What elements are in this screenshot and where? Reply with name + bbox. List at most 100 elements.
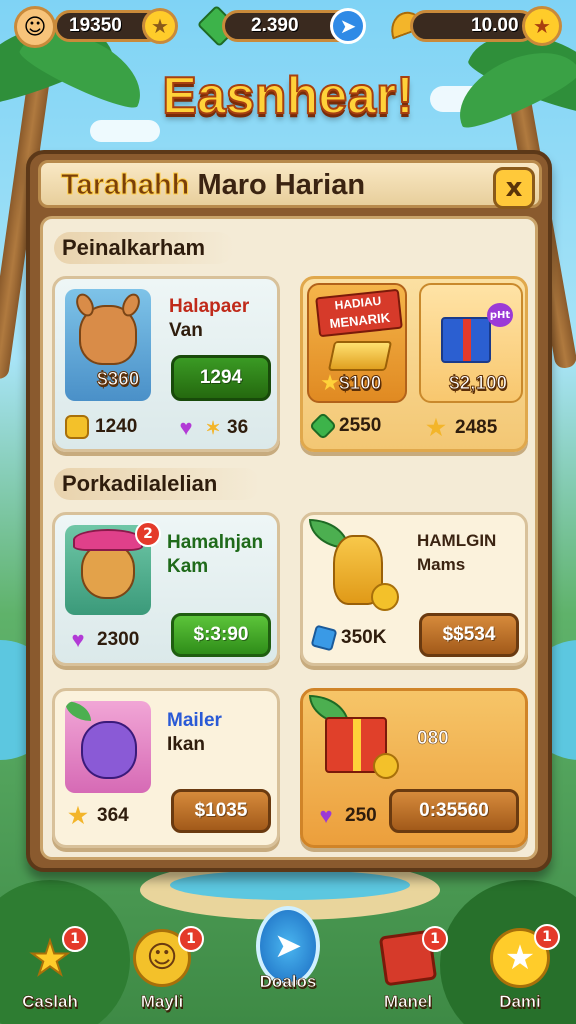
gift-box-icon [441,317,491,363]
offer-card-1[interactable]: $360 Halapaer Van 1294 1240 ♥ ✶ 36 [52,276,280,452]
gold-bar-icon [327,341,393,371]
coins-star-button[interactable]: ★ [522,6,562,46]
star-coin-icon: ★ [533,14,551,38]
purple-creature-icon [81,721,137,779]
offer-card-3[interactable]: 2 Hamalnjan Kam ♥ 2300 $:3:90 [52,512,280,666]
card-stat-hearts: ♥ 2300 [65,627,139,653]
heart-icon: ♥ [179,415,193,440]
nav-item-caslah[interactable]: ★ 1 Caslah [2,918,98,1018]
gift-tag: pHt [487,303,513,327]
nav-item-dami[interactable]: ★ 1 Dami [472,918,568,1018]
heart-icon: ♥ [71,627,85,652]
offer-card-2[interactable]: HADIAU MENARIK $100 ★ pHt $2,100 2550 ★ … [300,276,528,452]
coin-icon [373,753,399,779]
top-resource-bar: ☺ 19350 ★ 2.390 ➤ 10.00 ★ [0,4,576,48]
card-buy-button[interactable]: $1035 [171,789,271,833]
panel-title: Tarahahh Maro Harian [60,169,366,202]
stat-value: 1240 [95,416,138,437]
nav-label: Caslah [22,992,78,1012]
fox-icon [81,543,135,599]
card-stat-stars: ★ 364 [65,803,129,829]
close-icon: x [505,173,523,203]
bottom-navigation: ★ 1 Caslah ☺ 1 Mayli ➤ Doalos 1 Manel ★ … [0,906,576,1024]
avatar-face-icon: ☺ [23,14,47,40]
nav-label: Manel [383,992,433,1012]
creature-portrait [65,701,151,793]
nav-label: Doalos [259,972,317,992]
offer-card-4[interactable]: HAMLGIN Mams 350K $$534 [300,512,528,666]
sparkle-icon: ✶ [205,418,221,438]
card-title-line2: Kam [167,556,209,577]
card-stat-hearts: ♥ 250 [313,803,377,829]
nav-label: Mayli [140,992,184,1012]
coins-value: 10.00 [471,15,519,36]
card-stat-coins: 1240 [65,415,137,439]
offer-card-5[interactable]: Mailer Ikan ★ 364 $1035 [52,688,280,848]
star-icon: ★ [426,415,446,440]
nav-badge: 1 [178,926,204,952]
player-avatar[interactable]: ☺ [14,6,56,48]
card-stat-gems: 350K [310,624,387,652]
card-title-line1: Hamalnjan [167,532,264,553]
section-label-2: Porkadilalelian [54,468,260,500]
card-stat-gems: 2550 [308,411,382,441]
section-label-1: Peinalkarham [54,232,234,264]
bundle-price: $100 [338,373,382,395]
daily-offers-panel: Tarahahh Maro Harian x Peinalkarham $360… [26,150,552,872]
nav-badge: 1 [422,926,448,952]
stat-value: 2485 [455,417,498,438]
card-overlay-price: $360 [96,369,140,391]
compass-icon: ➤ [256,906,320,986]
offer-card-6[interactable]: 080 ♥ 250 0:35560 [300,688,528,848]
gems-add-button[interactable]: ➤ [330,8,366,44]
stat-value: 2300 [97,629,140,650]
arrow-icon: ➤ [339,14,357,38]
stat-value: 2550 [339,415,382,436]
gift-price: $2,100 [448,373,508,395]
card-stat-stars: ★ 2485 [423,415,497,441]
gem-icon [310,624,338,652]
heart-icon: ♥ [319,803,333,828]
gift-bundle-tile[interactable]: pHt $2,100 [419,283,523,403]
card-title-line2: Ikan [167,734,206,755]
stat-value: 36 [227,417,249,438]
nav-item-manel[interactable]: 1 Manel [360,918,456,1018]
pink-hat-icon [73,529,143,551]
card-buy-button[interactable]: $:3:90 [171,613,271,657]
panel-header: Tarahahh Maro Harian x [38,160,542,209]
coin-icon [371,583,399,611]
banner-hadiah: HADIAU MENARIK [315,288,403,338]
card-stat-hearts: ♥ ✶ 36 [173,415,248,441]
card-buy-button[interactable]: 0:35560 [389,789,519,833]
card-buy-button[interactable]: 1294 [171,355,271,401]
close-button[interactable]: x [493,167,535,209]
nav-badge: 1 [62,926,88,952]
card-title-line2: Mams [417,555,466,574]
card-title-line1: Halapaer [169,296,250,317]
star-icon: ★ [68,803,88,828]
game-title: Easnhear! [161,66,414,126]
nav-item-doalos[interactable]: ➤ Doalos [240,906,336,1018]
nav-badge: 1 [534,924,560,950]
gem-icon [308,411,338,441]
card-buy-button[interactable]: $$534 [419,613,519,657]
notification-badge: 2 [135,521,161,547]
nav-item-mayli[interactable]: ☺ 1 Mayli [114,918,210,1018]
nav-label: Dami [499,992,541,1012]
score-star-button[interactable]: ★ [142,8,178,44]
coin-icon [65,415,89,439]
card-title-line1: HAMLGIN [417,531,497,550]
star-icon: ★ [320,371,340,396]
card-title-line2: Van [169,320,203,341]
stat-value: 250 [345,805,377,826]
panel-title-part1: Tarahahh [60,169,190,202]
gems-value: 2.390 [251,15,299,36]
gold-bundle-tile[interactable]: HADIAU MENARIK $100 ★ [307,283,407,403]
leaf-icon [65,701,91,721]
score-value: 19350 [69,15,122,36]
coins-pill: 10.00 [410,10,536,42]
card-tag: 080 [417,728,449,750]
stat-value: 350K [341,627,387,648]
panel-title-part2: Maro Harian [197,169,366,201]
card-title-line1: Mailer [167,710,222,731]
